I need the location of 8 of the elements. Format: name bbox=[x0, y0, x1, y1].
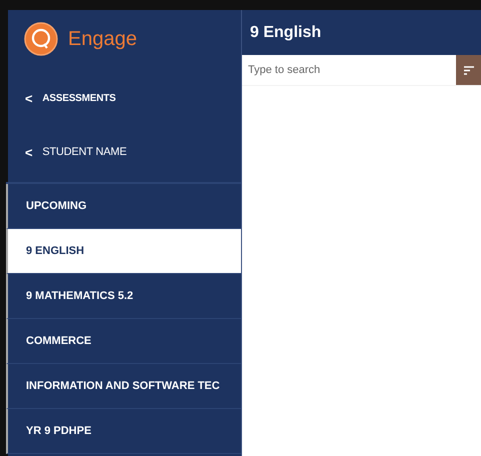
back-link[interactable]: < STUDENT NAME bbox=[8, 122, 241, 182]
sort-icon bbox=[464, 66, 474, 74]
sidebar-item[interactable]: 9 ENGLISH bbox=[6, 229, 241, 274]
sort-button[interactable] bbox=[456, 55, 481, 85]
back-link[interactable]: < ASSESSMENTS bbox=[8, 74, 241, 122]
app-name: Engage bbox=[68, 28, 137, 50]
logo-icon bbox=[24, 22, 58, 56]
page-title: 9 English bbox=[250, 24, 322, 42]
